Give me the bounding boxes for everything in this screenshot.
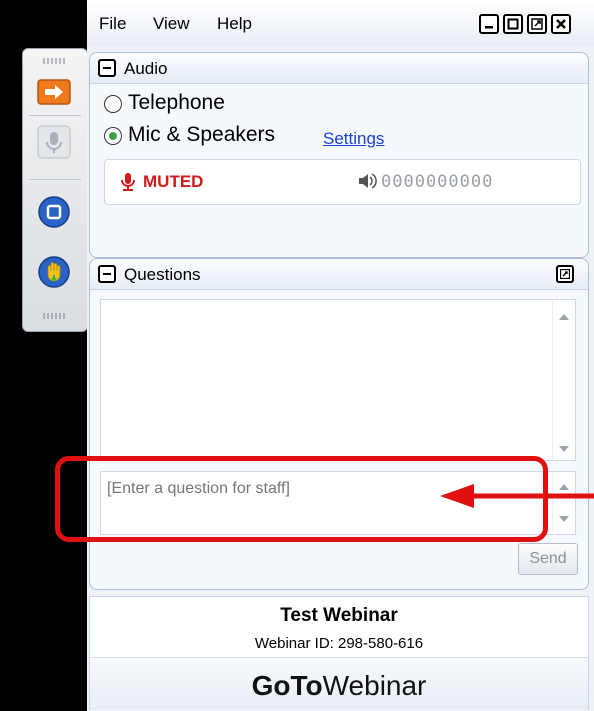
mic-speakers-radio[interactable]	[104, 127, 122, 145]
audio-settings-link[interactable]: Settings	[323, 129, 384, 149]
muted-status: MUTED	[143, 172, 204, 191]
raise-hand-icon	[38, 256, 70, 288]
telephone-label[interactable]: Telephone	[128, 91, 225, 115]
scroll-down-arrow[interactable]	[559, 516, 569, 522]
mic-icon	[37, 125, 71, 159]
audio-collapse-button[interactable]	[98, 59, 116, 77]
audio-panel-header: Audio	[90, 53, 588, 84]
webinar-title: Test Webinar	[280, 605, 398, 626]
screen-share-icon	[37, 79, 71, 105]
menu-file[interactable]: File	[99, 14, 126, 34]
scroll-down-arrow[interactable]	[559, 446, 569, 452]
questions-panel-header: Questions	[90, 259, 588, 290]
audio-level-meter: 0000000000	[381, 172, 494, 192]
popout-icon	[560, 269, 570, 279]
audio-panel: Audio Telephone Mic & Speakers Settings …	[89, 52, 589, 258]
questions-log[interactable]	[100, 299, 576, 461]
mic-speakers-label[interactable]: Mic & Speakers	[128, 123, 275, 147]
menu-bar: File View Help	[87, 0, 594, 46]
audio-status-box: MUTED 0000000000	[104, 159, 581, 205]
telephone-radio[interactable]	[104, 95, 122, 113]
toolbar-grip-bottom[interactable]	[43, 313, 67, 319]
questions-log-scrollbar[interactable]	[552, 300, 575, 460]
questions-collapse-button[interactable]	[98, 265, 116, 283]
send-button[interactable]: Send	[518, 543, 578, 575]
screen-share-button[interactable]	[37, 75, 71, 109]
control-panel: File View Help Audio Telephone Mic & Spe…	[87, 0, 594, 711]
close-icon	[556, 19, 566, 29]
menu-help[interactable]: Help	[217, 14, 252, 34]
menu-view[interactable]: View	[153, 14, 190, 34]
raise-hand-button[interactable]	[37, 255, 71, 289]
restore-button[interactable]	[503, 14, 523, 34]
side-toolbar	[22, 48, 88, 332]
stop-icon	[38, 196, 70, 228]
questions-popout-button[interactable]	[556, 265, 574, 283]
toolbar-separator	[29, 179, 81, 180]
close-button[interactable]	[551, 14, 571, 34]
muted-mic-icon	[121, 173, 135, 191]
scroll-up-arrow[interactable]	[559, 314, 569, 320]
minimize-button[interactable]	[479, 14, 499, 34]
toolbar-grip-top[interactable]	[43, 58, 67, 64]
audio-panel-title: Audio	[124, 59, 168, 78]
mic-button[interactable]	[37, 125, 71, 159]
gotowebinar-logo: GoToWebinar	[251, 670, 427, 701]
webinar-info: Test Webinar Webinar ID: 298-580-616 GoT…	[89, 596, 589, 710]
questions-panel-title: Questions	[124, 265, 201, 284]
restore-icon	[507, 18, 519, 30]
popout-icon	[531, 18, 543, 30]
minimize-icon	[485, 26, 493, 29]
stop-button[interactable]	[37, 195, 71, 229]
popout-button[interactable]	[527, 14, 547, 34]
toolbar-separator	[29, 115, 81, 116]
speaker-icon	[359, 173, 377, 189]
pointer-arrow-icon	[440, 484, 594, 508]
brand-bar: GoToWebinar	[90, 657, 588, 710]
webinar-id: Webinar ID: 298-580-616	[254, 635, 424, 652]
